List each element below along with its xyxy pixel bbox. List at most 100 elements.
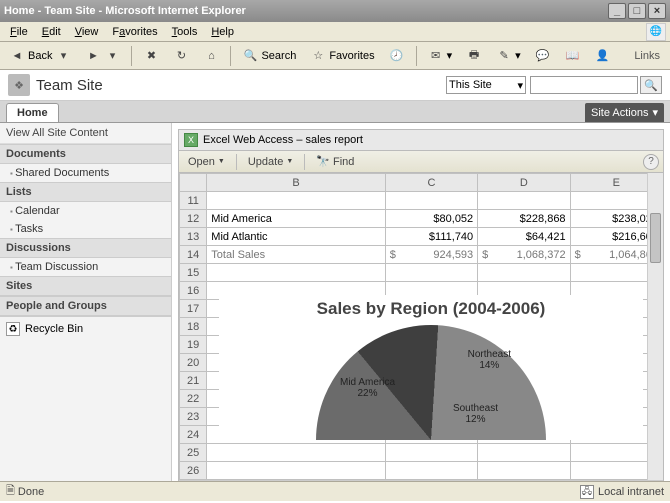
forward-icon: ► (85, 48, 101, 64)
back-icon: ◄ (9, 48, 25, 64)
discuss-icon: 💬 (535, 48, 551, 64)
site-search-input[interactable] (530, 76, 638, 94)
row-header[interactable]: 17 (180, 300, 207, 318)
ewa-update-menu[interactable]: Update▼ (243, 154, 298, 170)
ewa-open-menu[interactable]: Open▼ (183, 154, 230, 170)
search-scope-dropdown[interactable]: This Site▾ (446, 76, 526, 94)
stop-button[interactable]: ✖ (138, 45, 164, 67)
ewa-find-button[interactable]: 🔭Find (311, 153, 359, 170)
menu-view[interactable]: View (69, 24, 105, 40)
cell[interactable]: Mid Atlantic (207, 228, 385, 246)
search-icon: 🔍 (242, 48, 258, 64)
view-all-site-content[interactable]: View All Site Content (0, 123, 171, 144)
maximize-button[interactable]: □ (628, 3, 646, 19)
row-header[interactable]: 22 (180, 390, 207, 408)
favorites-button[interactable]: ☆Favorites (305, 45, 379, 67)
nav-section-documents[interactable]: Documents (0, 144, 171, 164)
row-header[interactable]: 11 (180, 192, 207, 210)
nav-item-tasks[interactable]: Tasks (0, 220, 171, 238)
cell[interactable]: 1,068,372 (478, 246, 570, 264)
row-header[interactable]: 12 (180, 210, 207, 228)
recycle-bin[interactable]: ♻Recycle Bin (0, 316, 171, 341)
nav-section-sites[interactable]: Sites (0, 276, 171, 296)
col-header[interactable]: D (478, 174, 570, 192)
stop-icon: ✖ (143, 48, 159, 64)
research-button[interactable]: 📖 (560, 45, 586, 67)
row-header[interactable]: 21 (180, 372, 207, 390)
row-header[interactable]: 19 (180, 336, 207, 354)
cell[interactable]: $228,868 (478, 210, 570, 228)
menu-tools[interactable]: Tools (166, 24, 204, 40)
menu-help[interactable]: Help (205, 24, 240, 40)
nav-section-lists[interactable]: Lists (0, 182, 171, 202)
vertical-scrollbar[interactable] (647, 173, 663, 480)
mail-button[interactable]: ✉▾ (423, 45, 458, 67)
history-icon: 🕗 (389, 48, 405, 64)
site-header: ❖ Team Site This Site▾ 🔍 (0, 70, 670, 101)
back-button[interactable]: ◄Back▾ (4, 45, 76, 67)
messenger-icon: 👤 (595, 48, 611, 64)
col-header[interactable]: C (385, 174, 477, 192)
minimize-button[interactable]: _ (608, 3, 626, 19)
row-header[interactable]: 14 (180, 246, 207, 264)
cell[interactable]: 924,593 (385, 246, 477, 264)
menu-edit[interactable]: Edit (36, 24, 67, 40)
row-header[interactable]: 15 (180, 264, 207, 282)
discuss-button[interactable]: 💬 (530, 45, 556, 67)
excel-web-access-webpart: X Excel Web Access – sales report Open▼ … (178, 129, 664, 481)
row-header[interactable]: 20 (180, 354, 207, 372)
ewa-help-button[interactable]: ? (643, 154, 659, 170)
cell[interactable] (207, 192, 385, 210)
cell[interactable]: $111,740 (385, 228, 477, 246)
search-button[interactable]: 🔍Search (237, 45, 301, 67)
refresh-button[interactable]: ↻ (168, 45, 194, 67)
cell[interactable]: $64,421 (478, 228, 570, 246)
print-button[interactable]: 🖶 (461, 45, 487, 67)
star-icon: ☆ (310, 48, 326, 64)
cell[interactable]: Total Sales (207, 246, 385, 264)
chart-title: Sales by Region (2004-2006) (219, 295, 643, 325)
row-header[interactable]: 13 (180, 228, 207, 246)
site-actions-menu[interactable]: Site Actions▾ (585, 103, 664, 122)
close-button[interactable]: × (648, 3, 666, 19)
edit-button[interactable]: ✎▾ (491, 45, 526, 67)
quick-launch: View All Site Content Documents Shared D… (0, 123, 172, 481)
row-header[interactable]: 16 (180, 282, 207, 300)
row-header[interactable]: 23 (180, 408, 207, 426)
nav-section-discussions[interactable]: Discussions (0, 238, 171, 258)
row-header[interactable]: 24 (180, 426, 207, 444)
webpart-title: X Excel Web Access – sales report (179, 130, 663, 151)
table-row: 12Mid America$80,052$228,868$238,026 (180, 210, 663, 228)
menu-file[interactable]: File (4, 24, 34, 40)
messenger-button[interactable]: 👤 (590, 45, 616, 67)
horizontal-scrollbar[interactable] (179, 480, 663, 481)
col-header[interactable]: B (207, 174, 385, 192)
cell[interactable]: $80,052 (385, 210, 477, 228)
chevron-down-icon: ▾ (652, 106, 658, 119)
security-zone: Local intranet (598, 486, 664, 498)
history-button[interactable]: 🕗 (384, 45, 410, 67)
nav-item-calendar[interactable]: Calendar (0, 202, 171, 220)
cell[interactable] (385, 192, 477, 210)
cell[interactable] (478, 192, 570, 210)
menu-favorites[interactable]: Favorites (106, 24, 163, 40)
nav-section-people[interactable]: People and Groups (0, 296, 171, 316)
forward-button[interactable]: ►▾ (80, 45, 125, 67)
edit-icon: ✎ (496, 48, 512, 64)
nav-item-team-discussion[interactable]: Team Discussion (0, 258, 171, 276)
status-text: Done (18, 486, 44, 498)
page-done-icon: 🗎 (6, 482, 15, 501)
links-bar[interactable]: Links (628, 50, 666, 62)
search-go-button[interactable]: 🔍 (640, 76, 662, 94)
nav-item-shared-documents[interactable]: Shared Documents (0, 164, 171, 182)
refresh-icon: ↻ (173, 48, 189, 64)
home-button[interactable]: ⌂ (198, 45, 224, 67)
row-header[interactable]: 18 (180, 318, 207, 336)
row-header[interactable]: 26 (180, 462, 207, 480)
slice-label-southeast: Southeast12% (453, 403, 498, 425)
tab-home[interactable]: Home (6, 103, 59, 122)
table-row: 11 (180, 192, 663, 210)
cell[interactable]: Mid America (207, 210, 385, 228)
pie-chart: Northeast14% Southeast12% Mid America22% (316, 325, 546, 440)
row-header[interactable]: 25 (180, 444, 207, 462)
